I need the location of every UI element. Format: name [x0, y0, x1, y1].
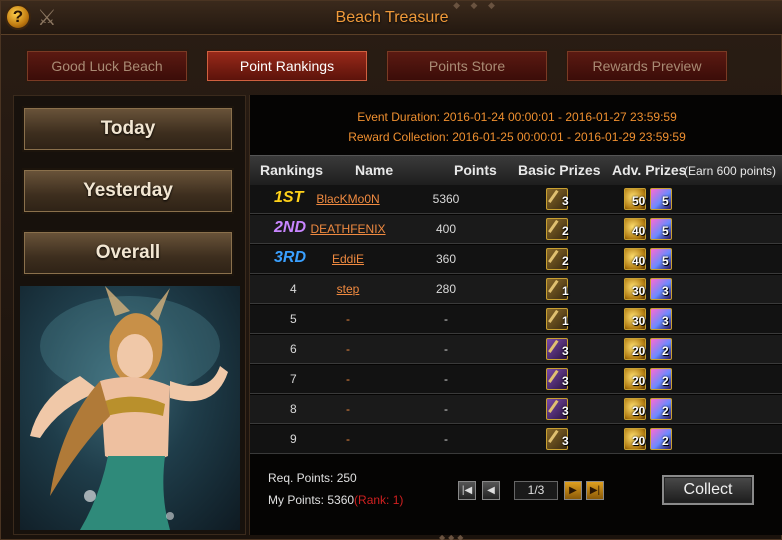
player-name-link[interactable]: EddiE	[332, 252, 364, 266]
title-ornament: ◆ ◆ ◆	[453, 0, 499, 10]
player-name-link: -	[346, 432, 350, 446]
gold-prize-qty: 50	[632, 194, 646, 208]
my-points: My Points: 5360	[268, 493, 355, 507]
tab-rewards-preview[interactable]: Rewards Preview	[565, 49, 729, 83]
tab-points-store[interactable]: Points Store	[385, 49, 549, 83]
rankings-panel: Event Duration: 2016-01-24 00:00:01 - 20…	[249, 95, 782, 535]
overall-button[interactable]: Overall	[22, 230, 234, 276]
basic-prize-qty: 3	[562, 374, 569, 388]
basic-prize-qty: 3	[562, 434, 569, 448]
mermaid-artwork	[20, 286, 240, 530]
basic-prize-qty: 3	[562, 194, 569, 208]
next-page-icon[interactable]: ▶	[564, 481, 582, 500]
gem-prize-qty: 2	[662, 374, 669, 388]
gold-prize-qty: 30	[632, 284, 646, 298]
gold-prize-qty: 20	[632, 434, 646, 448]
collect-button[interactable]: Collect	[662, 475, 754, 505]
table-header: Rankings Name Points Basic Prizes Adv. P…	[250, 155, 782, 185]
gem-prize-qty: 5	[662, 254, 669, 268]
pagination: |◀ ◀ 1/3 ▶ ▶|	[458, 481, 604, 501]
gold-prize-qty: 20	[632, 374, 646, 388]
table-row: 2ND DEATHFENIX 400 2 40 5	[250, 215, 782, 244]
player-points: 5360	[432, 192, 460, 206]
yesterday-button[interactable]: Yesterday	[22, 168, 234, 214]
table-row: 1ST BlacKMo0N 5360 3 50 5	[250, 185, 782, 214]
player-name-link: -	[346, 372, 350, 386]
player-points: 280	[435, 282, 457, 296]
tab-good-luck-beach[interactable]: Good Luck Beach	[25, 49, 189, 83]
gem-prize-qty: 5	[662, 194, 669, 208]
header-name: Name	[355, 162, 394, 178]
window-title: Beach Treasure	[335, 9, 449, 26]
bottom-ornament: ◆◆◆	[439, 533, 467, 540]
basic-prize-qty: 1	[562, 314, 569, 328]
gold-prize-qty: 20	[632, 404, 646, 418]
event-duration: Event Duration: 2016-01-24 00:00:01 - 20…	[357, 110, 677, 124]
last-page-icon[interactable]: ▶|	[586, 481, 604, 500]
first-page-icon[interactable]: |◀	[458, 481, 476, 500]
gold-prize-qty: 20	[632, 344, 646, 358]
my-points-line: My Points: 5360(Rank: 1)	[268, 493, 403, 507]
gold-prize-qty: 40	[632, 254, 646, 268]
mermaid-illustration	[30, 286, 228, 530]
ranking-period-panel: Today Yesterday Overall	[13, 95, 246, 535]
player-name-link: -	[346, 312, 350, 326]
player-points: -	[444, 402, 448, 416]
player-name-link[interactable]: BlacKMo0N	[316, 192, 379, 206]
gold-prize-qty: 30	[632, 314, 646, 328]
gem-prize-qty: 3	[662, 314, 669, 328]
player-name-link[interactable]: DEATHFENIX	[310, 222, 385, 236]
title-bar: ? ⚔ ◆ ◆ ◆ Beach Treasure	[1, 1, 782, 35]
gem-prize-qty: 2	[662, 344, 669, 358]
gem-prize-qty: 2	[662, 404, 669, 418]
my-rank: (Rank: 1)	[354, 493, 404, 507]
prev-page-icon[interactable]: ◀	[482, 481, 500, 500]
player-points: 360	[435, 252, 457, 266]
table-row: 9- -3 20 2	[250, 425, 782, 454]
player-name-link: -	[346, 342, 350, 356]
header-basic-prizes: Basic Prizes	[518, 162, 601, 178]
basic-prize-qty: 3	[562, 404, 569, 418]
player-points: -	[444, 342, 448, 356]
table-row: 8- -3 20 2	[250, 395, 782, 424]
player-points: 400	[435, 222, 457, 236]
reward-collection: Reward Collection: 2016-01-25 00:00:01 -…	[348, 130, 686, 144]
player-points: -	[444, 432, 448, 446]
header-points: Points	[454, 162, 497, 178]
player-name-link[interactable]: step	[337, 282, 360, 296]
basic-prize-qty: 1	[562, 284, 569, 298]
tab-point-rankings[interactable]: Point Rankings	[205, 49, 369, 83]
basic-prize-qty: 2	[562, 254, 569, 268]
player-name-link: -	[346, 402, 350, 416]
table-row: 3RD EddiE 360 2 40 5	[250, 245, 782, 274]
player-points: -	[444, 372, 448, 386]
event-info: Event Duration: 2016-01-24 00:00:01 - 20…	[250, 107, 782, 147]
table-row: 4 step 280 1 30 3	[250, 275, 782, 304]
gem-prize-qty: 2	[662, 434, 669, 448]
gold-prize-qty: 40	[632, 224, 646, 238]
event-window: ? ⚔ ◆ ◆ ◆ Beach Treasure Good Luck Beach…	[0, 0, 782, 540]
page-indicator: 1/3	[514, 481, 558, 500]
today-button[interactable]: Today	[22, 106, 234, 152]
table-row: 7- -3 20 2	[250, 365, 782, 394]
gem-prize-qty: 5	[662, 224, 669, 238]
basic-prize-qty: 3	[562, 344, 569, 358]
basic-prize-qty: 2	[562, 224, 569, 238]
table-row: 5- -1 30 3	[250, 305, 782, 334]
player-points: -	[444, 312, 448, 326]
table-row: 6- -3 20 2	[250, 335, 782, 364]
required-points: Req. Points: 250	[268, 471, 357, 485]
header-rankings: Rankings	[260, 162, 324, 178]
header-adv-prizes: Adv. Prizes	[612, 162, 687, 178]
header-adv-note: (Earn 600 points)	[684, 164, 777, 178]
gem-prize-qty: 3	[662, 284, 669, 298]
